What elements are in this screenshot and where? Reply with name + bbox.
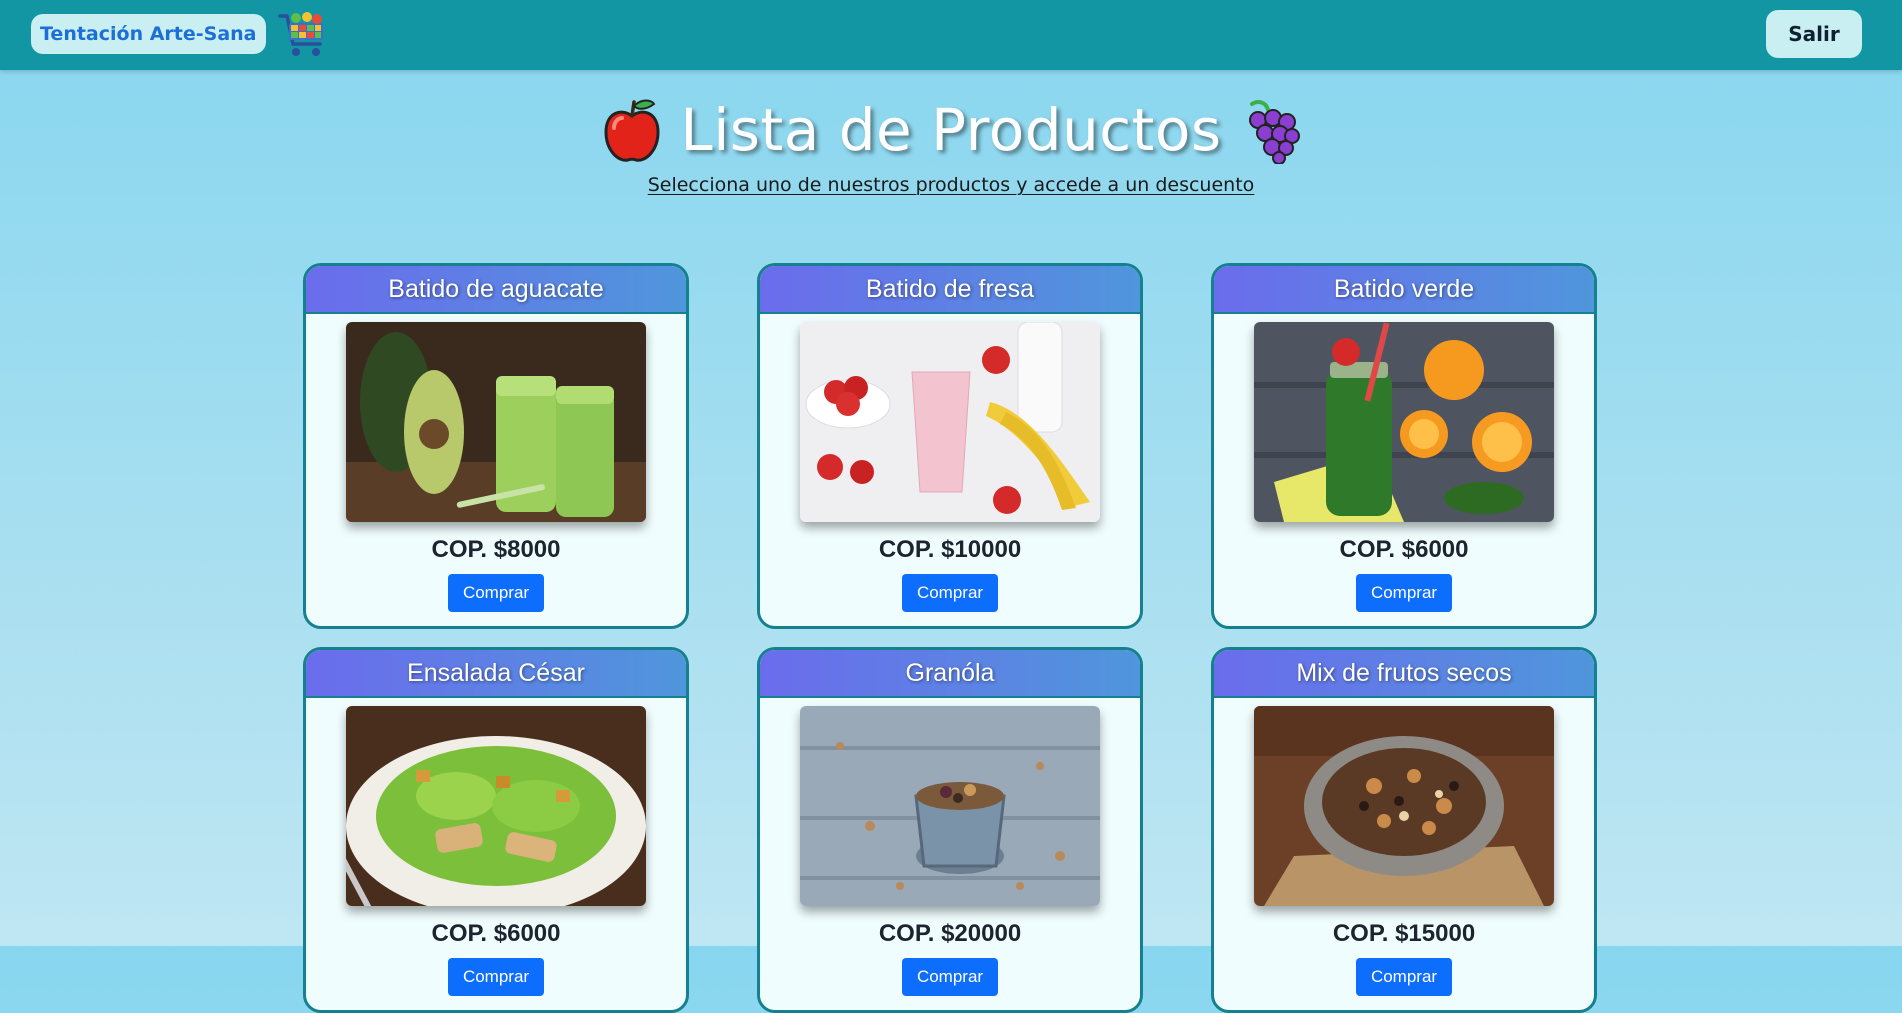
product-name: Batido de fresa [760,266,1140,314]
product-price: COP. $6000 [431,920,561,947]
product-price: COP. $20000 [878,920,1022,947]
product-image [346,706,646,906]
product-name: Mix de frutos secos [1214,650,1594,698]
apple-icon [604,99,660,162]
page-title: Lista de Productos [680,96,1222,164]
product-name: Ensalada César [306,650,686,698]
product-name: Batido de aguacate [306,266,686,314]
brand-logo[interactable]: Tentación Arte-Sana [31,14,266,54]
buy-button[interactable]: Comprar [448,958,544,996]
product-image [1254,322,1554,522]
product-price: COP. $10000 [878,536,1022,563]
product-image [800,706,1100,906]
product-card: Batido verde COP. $6000 Comprar [1211,263,1597,629]
product-price: COP. $8000 [431,536,561,563]
grapes-icon [1248,100,1300,164]
product-image [1254,706,1554,906]
product-card: Batido de aguacate COP. $8000 Comprar [303,263,689,629]
product-grid: Batido de aguacate COP. $8000 Comprar Ba… [303,263,1598,1013]
product-card: Granóla COP. $20000 Comprar [757,647,1143,1013]
buy-button[interactable]: Comprar [902,958,998,996]
page-subtitle: Selecciona uno de nuestros productos y a… [647,174,1255,196]
product-name: Granóla [760,650,1140,698]
product-image [800,322,1100,522]
product-image [346,322,646,522]
product-price: COP. $6000 [1339,536,1469,563]
product-card: Ensalada César COP. $6000 Comprar [303,647,689,1013]
product-name: Batido verde [1214,266,1594,314]
buy-button[interactable]: Comprar [1356,958,1452,996]
buy-button[interactable]: Comprar [448,574,544,612]
navbar: Tentación Arte-Sana Salir [0,0,1902,70]
logout-button[interactable]: Salir [1766,10,1862,58]
product-card: Batido de fresa COP. $10000 Comprar [757,263,1143,629]
page-heading: Lista de Productos [0,96,1902,164]
buy-button[interactable]: Comprar [1356,574,1452,612]
product-card: Mix de frutos secos COP. $15000 Comprar [1211,647,1597,1013]
buy-button[interactable]: Comprar [902,574,998,612]
product-price: COP. $15000 [1332,920,1476,947]
shopping-cart-icon[interactable] [276,10,330,60]
